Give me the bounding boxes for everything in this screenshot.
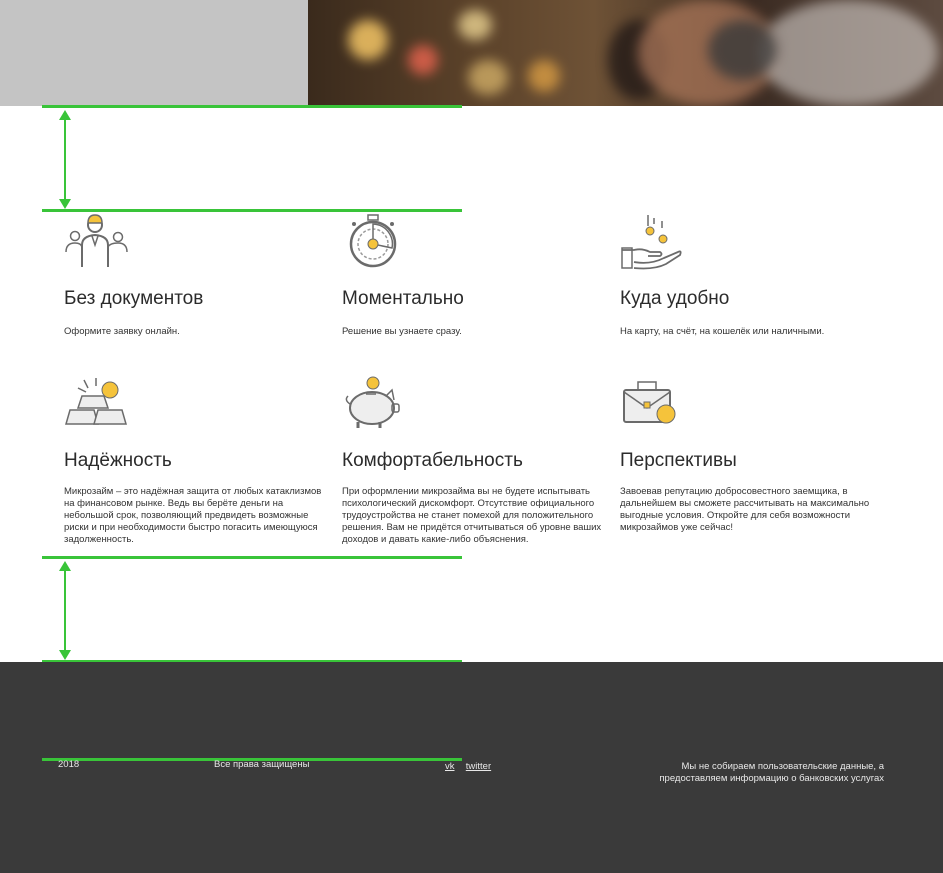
feature-title: Куда удобно: [620, 288, 730, 309]
feature-title: Перспективы: [620, 450, 737, 471]
stopwatch-icon: [349, 214, 397, 268]
feature-title: Надёжность: [64, 450, 172, 471]
footer-disclaimer-line: предоставляем информацию о банковских ус…: [659, 773, 884, 784]
hand-coins-icon: [621, 215, 682, 270]
twitter-link[interactable]: twitter: [466, 761, 491, 772]
guide-line-features-bottom: [42, 556, 462, 559]
gold-bars-icon: [65, 378, 127, 425]
guide-arrow-down-icon: [59, 650, 71, 660]
guide-line-top: [42, 105, 462, 108]
feature-title: Моментально: [342, 288, 464, 309]
feature-prospects: Перспективы Завоевав репутацию добросове…: [620, 372, 890, 552]
hero-banner: [0, 0, 943, 106]
feature-instant: Моментально Решение вы узнаете сразу.: [342, 210, 612, 350]
feature-reliability: Надёжность Микрозайм – это надёжная защи…: [64, 372, 334, 552]
feature-convenient: Куда удобно На карту, на счёт, на кошелё…: [620, 210, 890, 350]
piggy-bank-icon: [345, 376, 400, 428]
footer-disclaimer-line: Мы не собираем пользовательские данные, …: [681, 761, 884, 772]
feature-title: Комфортабельность: [342, 450, 523, 471]
footer-social: vk twitter: [445, 761, 491, 773]
feature-text: Решение вы узнаете сразу.: [342, 326, 462, 337]
footer-year: 2018: [58, 759, 80, 770]
guide-arrow-shaft: [64, 569, 66, 653]
feature-text: При оформлении микрозайма вы не будете и…: [342, 486, 602, 545]
feature-text: Завоевав репутацию добросовестного заемщ…: [620, 486, 870, 533]
feature-title: Без документов: [64, 288, 204, 309]
guide-arrow-down-icon: [59, 199, 71, 209]
briefcase-coin-icon: [623, 381, 676, 424]
feature-text: Микрозайм – это надёжная защита от любых…: [64, 486, 322, 545]
guide-arrow-shaft: [64, 114, 66, 202]
feature-no-documents: Без документов Оформите заявку онлайн.: [64, 210, 334, 350]
feature-text: На карту, на счёт, на кошелёк или наличн…: [620, 326, 825, 337]
footer-disclaimer: Мы не собираем пользовательские данные, …: [584, 761, 884, 785]
hero-gray-panel: [0, 0, 308, 106]
vk-link[interactable]: vk: [445, 761, 455, 772]
feature-text: Оформите заявку онлайн.: [64, 326, 180, 337]
hero-photo: [308, 0, 943, 106]
footer-rights: Все права защищены: [214, 759, 310, 770]
feature-comfort: Комфортабельность При оформлении микроза…: [342, 372, 612, 552]
business-people-icon: [65, 214, 128, 267]
